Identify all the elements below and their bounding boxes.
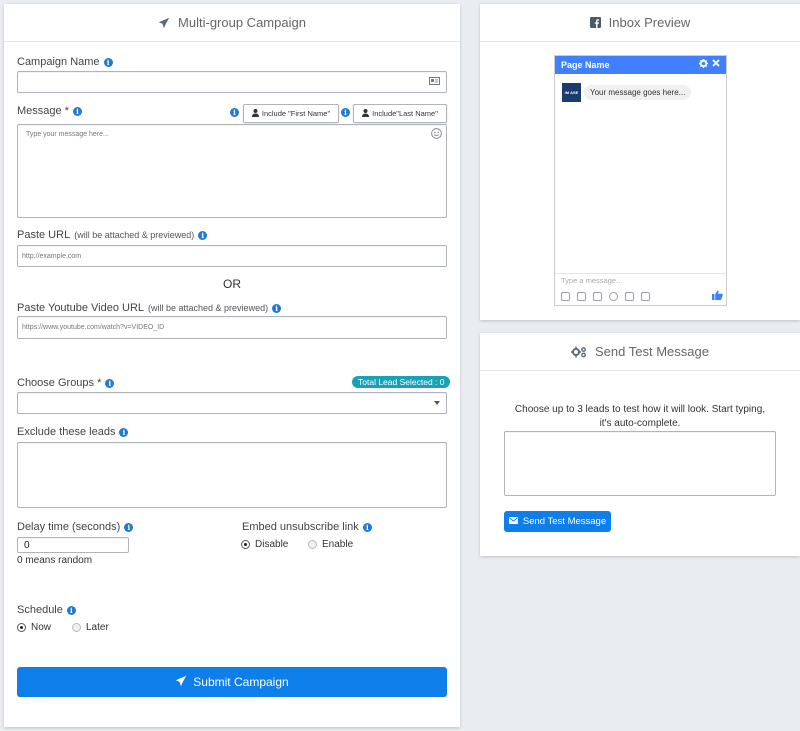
delay-time-input[interactable]: 0 bbox=[17, 537, 129, 553]
emoji-icon bbox=[609, 291, 618, 301]
sticker-icon bbox=[577, 291, 586, 301]
include-first-name-button[interactable]: Include "First Name" bbox=[243, 104, 339, 123]
gif-icon bbox=[593, 291, 602, 301]
embed-unsubscribe-label: Embed unsubscribe link i bbox=[242, 521, 372, 533]
youtube-url-input[interactable]: https://www.youtube.com/watch?v=VIDEO_ID bbox=[17, 316, 447, 339]
info-icon: i bbox=[198, 230, 208, 240]
submit-campaign-button[interactable]: Submit Campaign bbox=[17, 667, 447, 697]
messenger-header: Page Name bbox=[555, 56, 726, 74]
info-icon: i bbox=[272, 303, 282, 313]
link-icon bbox=[625, 291, 634, 301]
user-icon bbox=[251, 108, 259, 119]
campaign-name-label: Campaign Name i bbox=[17, 56, 113, 68]
facebook-icon bbox=[589, 17, 601, 28]
camera-icon bbox=[641, 291, 650, 301]
total-lead-badge: Total Lead Selected : 0 bbox=[352, 376, 451, 388]
paper-plane-icon bbox=[175, 675, 187, 690]
envelope-icon bbox=[508, 516, 518, 527]
message-label: Message * i bbox=[17, 105, 82, 117]
info-icon: i bbox=[72, 106, 82, 116]
radio-unselected-icon bbox=[72, 623, 81, 632]
schedule-now-radio[interactable]: Now bbox=[17, 622, 51, 633]
info-icon: i bbox=[341, 108, 350, 117]
messenger-input: Type a message... bbox=[555, 273, 726, 287]
radio-unselected-icon bbox=[308, 540, 317, 549]
page-name: Page Name bbox=[561, 60, 610, 70]
message-bubble: Your message goes here... bbox=[584, 85, 692, 100]
paper-plane-icon bbox=[158, 17, 170, 29]
info-icon: i bbox=[124, 522, 134, 532]
info-icon: i bbox=[66, 605, 76, 615]
inbox-preview-header: Inbox Preview bbox=[480, 4, 800, 42]
id-card-icon bbox=[429, 77, 440, 87]
campaign-header: Multi-group Campaign bbox=[4, 4, 460, 42]
exclude-leads-input[interactable] bbox=[17, 442, 447, 508]
schedule-later-radio[interactable]: Later bbox=[72, 622, 109, 633]
send-test-button[interactable]: Send Test Message bbox=[504, 511, 611, 532]
messenger-preview: Page Name IM ASE Your message goes here.… bbox=[554, 55, 727, 306]
inbox-preview-card: Inbox Preview Page Name IM ASE Your mess… bbox=[480, 4, 800, 320]
user-icon bbox=[362, 108, 370, 119]
campaign-name-input[interactable] bbox=[17, 71, 447, 93]
test-leads-input[interactable] bbox=[504, 431, 776, 496]
message-textarea[interactable]: Type your message here... bbox=[17, 124, 447, 218]
campaign-title: Multi-group Campaign bbox=[178, 15, 306, 30]
send-test-card: Send Test Message Choose up to 3 leads t… bbox=[480, 333, 800, 556]
paste-url-label: Paste URL (will be attached & previewed) i bbox=[17, 229, 208, 241]
inbox-preview-title: Inbox Preview bbox=[608, 15, 691, 30]
gears-icon bbox=[571, 346, 587, 358]
info-icon: i bbox=[119, 427, 129, 437]
thumbs-up-icon bbox=[712, 290, 723, 303]
avatar: IM ASE bbox=[562, 83, 581, 102]
include-last-name-button[interactable]: Include"Last Name" bbox=[353, 104, 447, 123]
choose-groups-label: Choose Groups * i bbox=[17, 377, 115, 389]
send-test-header: Send Test Message bbox=[480, 333, 800, 371]
info-icon: i bbox=[230, 108, 239, 117]
campaign-card: Multi-group Campaign Campaign Name i Mess… bbox=[4, 4, 460, 727]
messenger-toolbar bbox=[561, 290, 723, 302]
info-icon: i bbox=[362, 522, 372, 532]
exclude-leads-label: Exclude these leads i bbox=[17, 426, 129, 438]
emoji-icon[interactable] bbox=[431, 128, 442, 142]
send-test-description: Choose up to 3 leads to test how it will… bbox=[514, 404, 766, 429]
send-test-title: Send Test Message bbox=[595, 344, 709, 359]
youtube-url-label: Paste Youtube Video URL (will be attached… bbox=[17, 302, 282, 314]
schedule-label: Schedule i bbox=[17, 604, 76, 616]
image-icon bbox=[561, 291, 570, 301]
radio-selected-icon bbox=[17, 623, 26, 632]
info-icon: i bbox=[103, 57, 113, 67]
radio-selected-icon bbox=[241, 540, 250, 549]
delay-note: 0 means random bbox=[17, 555, 93, 566]
gear-icon[interactable] bbox=[699, 59, 708, 71]
paste-url-input[interactable]: http://example.com bbox=[17, 245, 447, 267]
delay-time-label: Delay time (seconds) i bbox=[17, 521, 134, 533]
or-divider: OR bbox=[223, 277, 241, 291]
embed-enable-radio[interactable]: Enable bbox=[308, 539, 353, 550]
caret-down-icon bbox=[434, 400, 440, 407]
choose-groups-select[interactable] bbox=[17, 392, 447, 414]
close-icon[interactable] bbox=[712, 59, 720, 71]
info-icon: i bbox=[105, 378, 115, 388]
embed-disable-radio[interactable]: Disable bbox=[241, 539, 288, 550]
